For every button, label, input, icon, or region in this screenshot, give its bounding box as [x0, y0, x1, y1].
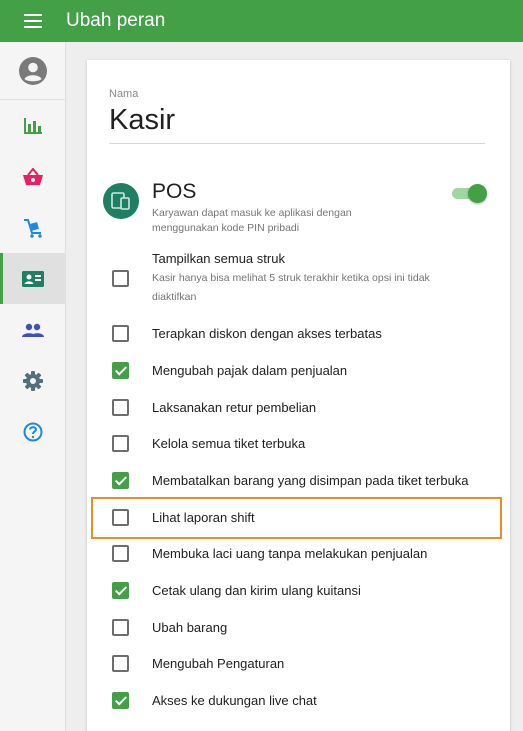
toggle-thumb	[468, 184, 487, 203]
permission-label: Lihat laporan shift	[152, 510, 255, 525]
role-form-card: Nama Kasir POS Karyawan dapat masuk ke a…	[87, 60, 510, 731]
gear-icon	[22, 370, 43, 391]
name-label: Nama	[109, 88, 139, 100]
sidebar-item-items[interactable]	[0, 151, 65, 202]
permission-label: Membatalkan barang yang disimpan pada ti…	[152, 473, 469, 488]
permission-label: Mengubah pajak dalam penjualan	[152, 363, 348, 378]
permission-checkbox[interactable]	[112, 692, 129, 709]
basket-icon	[22, 167, 43, 185]
pos-description: Karyawan dapat masuk ke aplikasi dengan …	[152, 207, 352, 234]
menu-icon	[24, 14, 42, 28]
permission-label: Terapkan diskon dengan akses terbatas	[152, 326, 382, 341]
permission-checkbox[interactable]	[112, 362, 129, 379]
permission-checkbox[interactable]	[112, 399, 129, 416]
permission-checkbox[interactable]	[112, 325, 129, 342]
name-field-underline	[109, 143, 485, 144]
people-icon	[21, 323, 44, 337]
permission-checkbox[interactable]	[112, 545, 129, 562]
permission-label: Kelola semua tiket terbuka	[152, 436, 306, 451]
permission-label: Ubah barang	[152, 620, 228, 635]
app-bar: Ubah peran	[0, 0, 523, 42]
permission-checkbox[interactable]	[112, 472, 129, 489]
permission-description: Kasir hanya bisa melihat 5 struk terakhi…	[152, 272, 430, 303]
bar-chart-icon	[23, 117, 42, 134]
sidebar-item-help[interactable]	[0, 406, 65, 457]
permission-label: Akses ke dukungan live chat	[152, 693, 317, 708]
pos-toggle[interactable]	[452, 184, 487, 203]
sidebar-avatar[interactable]	[0, 42, 65, 100]
permission-checkbox[interactable]	[112, 435, 129, 452]
permission-checkbox[interactable]	[112, 655, 129, 672]
permission-label: Mengubah Pengaturan	[152, 656, 285, 671]
permission-checkbox[interactable]	[112, 270, 129, 287]
sidebar-item-settings[interactable]	[0, 355, 65, 406]
permission-checkbox[interactable]	[112, 619, 129, 636]
sidebar	[0, 42, 66, 731]
page-title: Ubah peran	[66, 10, 166, 31]
permission-label: Laksanakan retur pembelian	[152, 400, 317, 415]
menu-button[interactable]	[0, 0, 66, 42]
help-circle-icon	[23, 422, 42, 441]
sidebar-item-inventory[interactable]	[0, 202, 65, 253]
pos-title: POS	[152, 180, 197, 203]
cart-icon	[23, 218, 42, 238]
id-card-icon	[21, 270, 44, 287]
sidebar-item-employees[interactable]	[0, 253, 65, 304]
permission-label: Cetak ulang dan kirim ulang kuitansi	[152, 583, 361, 598]
devices-icon	[111, 192, 130, 210]
account-circle-icon	[18, 56, 47, 85]
name-field[interactable]: Kasir	[109, 104, 175, 137]
permission-label: Tampilkan semua struk	[152, 251, 285, 266]
sidebar-item-reports[interactable]	[0, 100, 65, 151]
permission-checkbox[interactable]	[112, 509, 129, 526]
pos-icon	[103, 183, 139, 219]
permission-label: Membuka laci uang tanpa melakukan penjua…	[152, 546, 428, 561]
permission-checkbox[interactable]	[112, 582, 129, 599]
sidebar-item-customers[interactable]	[0, 304, 65, 355]
